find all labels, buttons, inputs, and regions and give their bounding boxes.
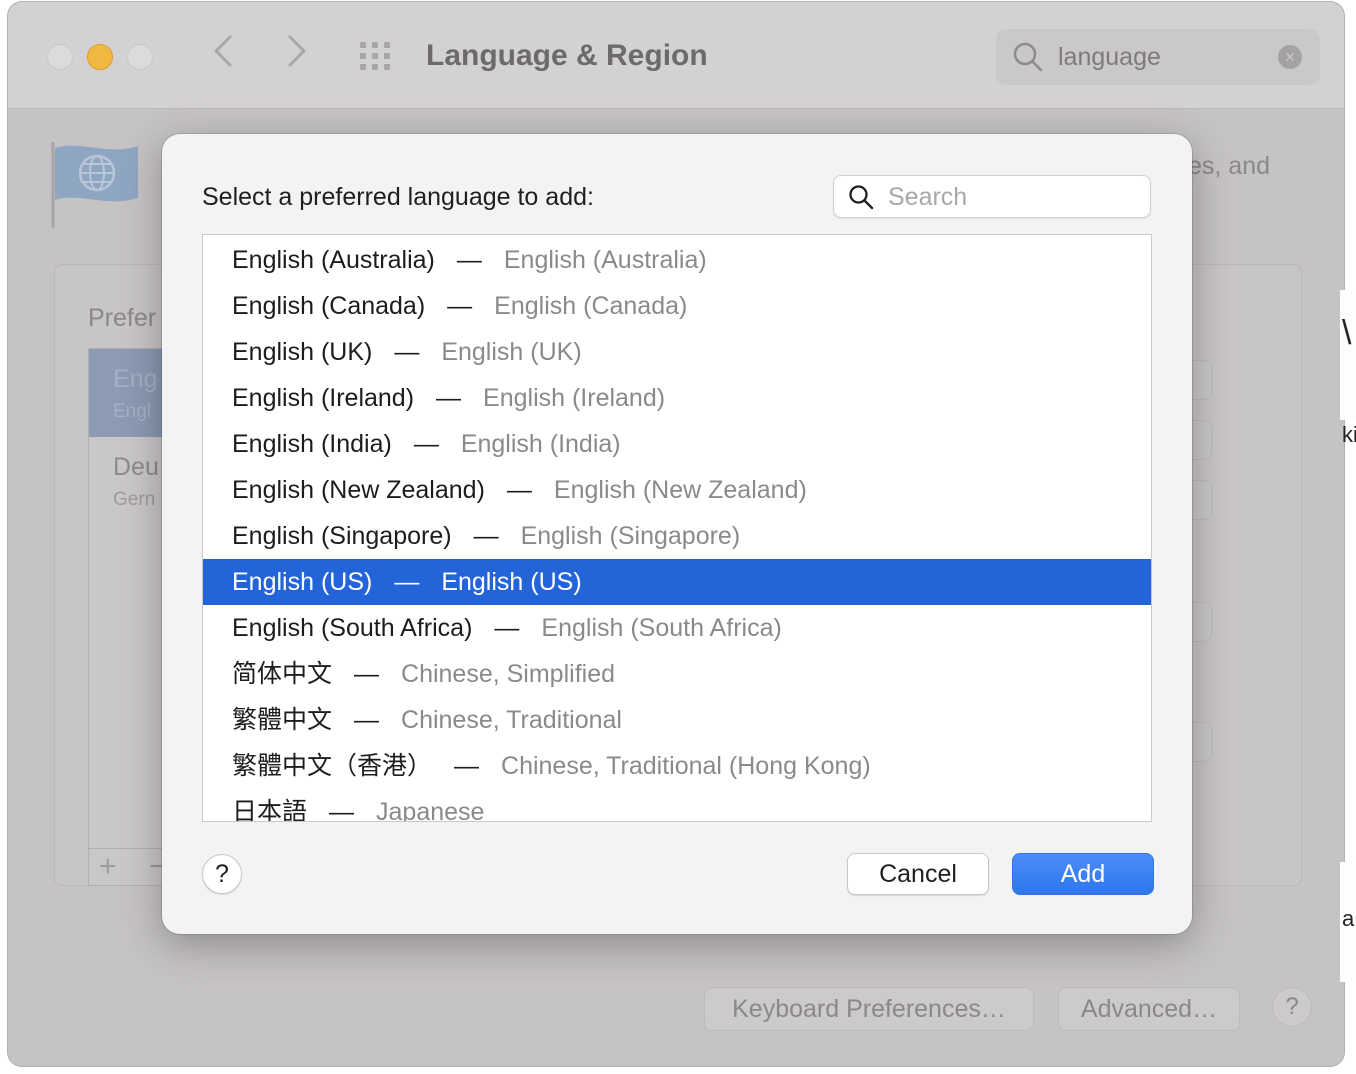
list-item-sub: Engl: [113, 401, 152, 422]
chevron-left-icon: [214, 35, 232, 67]
separator-dash: —: [494, 614, 520, 642]
separator-dash: —: [473, 522, 499, 550]
language-row[interactable]: 日本語 — Japanese: [203, 789, 1151, 822]
language-english-name: English (Singapore): [520, 522, 741, 550]
language-english-name: English (UK): [441, 338, 582, 366]
language-english-name: Chinese, Traditional (Hong Kong): [501, 752, 871, 780]
language-english-name: English (Ireland): [483, 384, 666, 412]
zoom-window-button[interactable]: [127, 44, 153, 70]
sheet-prompt: Select a preferred language to add:: [202, 183, 594, 211]
separator-dash: —: [394, 338, 420, 366]
separator-dash: —: [506, 476, 532, 504]
separator-dash: —: [454, 752, 480, 780]
separator-dash: —: [456, 246, 482, 274]
search-input[interactable]: [886, 180, 1140, 214]
help-button[interactable]: ?: [202, 854, 242, 894]
pane-description: es, and: [1188, 152, 1271, 180]
add-button[interactable]: Add: [1012, 853, 1154, 895]
language-row[interactable]: English (Singapore) — English (Singapore): [203, 513, 1151, 559]
list-item-sub: Gern: [113, 489, 156, 510]
advanced-button[interactable]: Advanced…: [1058, 987, 1240, 1031]
language-english-name: English (Australia): [503, 246, 707, 274]
language-native-name: English (Ireland): [232, 384, 415, 412]
language-english-name: English (India): [460, 430, 621, 458]
language-native-name: English (UK): [232, 338, 373, 366]
language-list[interactable]: English (Australia) — English (Australia) E…: [202, 234, 1152, 822]
language-row[interactable]: English (Ireland) — English (Ireland): [203, 375, 1151, 421]
language-native-name: 繁體中文: [232, 706, 333, 734]
language-search-field[interactable]: [833, 175, 1151, 218]
search-icon: [849, 185, 874, 210]
separator-dash: —: [413, 430, 439, 458]
language-row[interactable]: English (Australia) — English (Australia): [203, 237, 1151, 283]
language-native-name: English (India): [232, 430, 392, 458]
language-english-name: Chinese, Traditional: [401, 706, 622, 734]
language-native-name: 日本語: [232, 798, 308, 822]
add-language-button[interactable]: +: [99, 849, 117, 885]
edge-fragment-top: \: [1342, 314, 1352, 352]
adjacent-window-edge: \ ki: [1340, 290, 1356, 447]
search-value: language: [1058, 43, 1161, 71]
minimize-window-button[interactable]: [87, 44, 113, 70]
list-item-name: Eng: [113, 365, 158, 393]
language-row[interactable]: English (New Zealand) — English (New Zeala…: [203, 467, 1151, 513]
edge-fragment-middle: ki: [1342, 422, 1356, 447]
language-row[interactable]: 简体中文 — Chinese, Simplified: [203, 651, 1151, 697]
cancel-button[interactable]: Cancel: [847, 853, 989, 895]
language-native-name: English (South Africa): [232, 614, 473, 642]
language-native-name: English (US): [232, 568, 373, 596]
language-row[interactable]: English (UK) — English (UK): [203, 329, 1151, 375]
window-help-button[interactable]: ?: [1272, 987, 1312, 1027]
language-native-name: English (New Zealand): [232, 476, 485, 504]
separator-dash: —: [447, 292, 473, 320]
chevron-right-icon: [288, 35, 306, 67]
language-english-name: Chinese, Simplified: [401, 660, 616, 688]
language-row[interactable]: 繁體中文 — Chinese, Traditional: [203, 697, 1151, 743]
search-icon: [1013, 42, 1043, 72]
adjacent-window-edge: a: [1340, 862, 1356, 982]
show-all-grid-icon[interactable]: [358, 40, 398, 72]
separator-dash: —: [354, 706, 380, 734]
language-row-selected[interactable]: English (US) — English (US): [203, 559, 1151, 605]
language-english-name: English (Canada): [494, 292, 688, 320]
language-native-name: English (Singapore): [232, 522, 452, 550]
close-window-button[interactable]: [47, 44, 73, 70]
language-row[interactable]: English (South Africa) — English (South Af…: [203, 605, 1151, 651]
title-bar: Language & Region language ×: [8, 2, 1344, 109]
language-row[interactable]: 繁體中文（香港） — Chinese, Traditional (Hong Kong…: [203, 743, 1151, 789]
keyboard-preferences-button[interactable]: Keyboard Preferences…: [704, 987, 1034, 1031]
language-english-name: English (US): [441, 568, 582, 596]
clear-search-icon[interactable]: ×: [1278, 45, 1302, 69]
list-item-name[interactable]: Deu: [113, 453, 159, 482]
separator-dash: —: [436, 384, 462, 412]
globe-flag-icon: [51, 142, 138, 228]
window-title: Language & Region: [426, 39, 708, 72]
forward-button[interactable]: [286, 34, 308, 78]
preferred-languages-label: Prefer: [88, 304, 157, 332]
language-native-name: 繁體中文（香港）: [232, 752, 433, 780]
language-english-name: Japanese: [376, 798, 485, 822]
language-native-name: 简体中文: [232, 660, 333, 688]
edge-fragment-bottom: a: [1342, 906, 1355, 931]
language-english-name: English (New Zealand): [553, 476, 807, 504]
language-native-name: English (Australia): [232, 246, 435, 274]
language-native-name: English (Canada): [232, 292, 426, 320]
separator-dash: —: [329, 798, 355, 822]
language-english-name: English (South Africa): [541, 614, 782, 642]
separator-dash: —: [354, 660, 380, 688]
back-button[interactable]: [212, 34, 234, 78]
separator-dash: —: [394, 568, 420, 596]
language-row[interactable]: English (Canada) — English (Canada): [203, 283, 1151, 329]
language-row[interactable]: English (India) — English (India): [203, 421, 1151, 467]
add-language-sheet: Select a preferred language to add: Engl…: [162, 134, 1192, 934]
preferences-search-field[interactable]: language ×: [996, 29, 1320, 85]
